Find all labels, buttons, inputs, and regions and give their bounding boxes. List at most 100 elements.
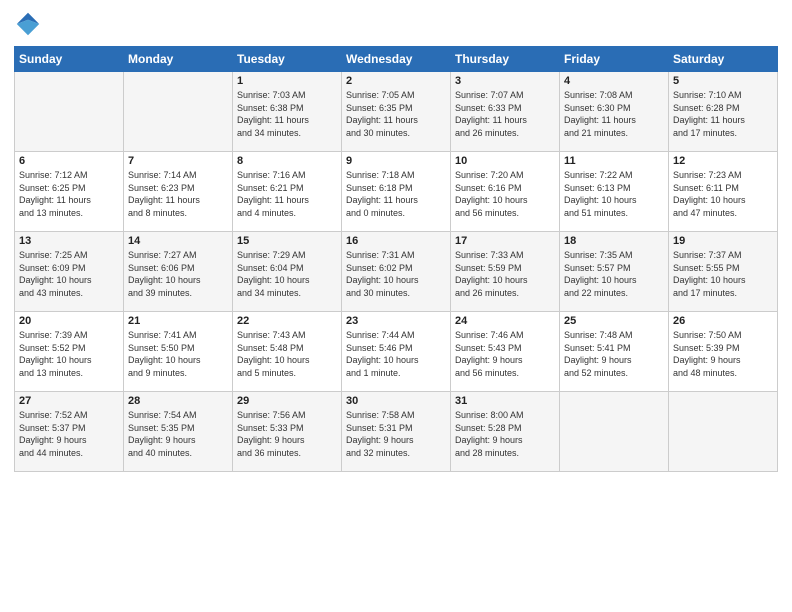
calendar-cell — [15, 72, 124, 152]
calendar-cell: 1 Sunrise: 7:03 AM Sunset: 6:38 PM Daylig… — [233, 72, 342, 152]
day-info: Sunrise: 7:35 AM Sunset: 5:57 PM Dayligh… — [564, 249, 664, 299]
day-info: Sunrise: 7:12 AM Sunset: 6:25 PM Dayligh… — [19, 169, 119, 219]
day-number: 27 — [19, 395, 119, 407]
calendar-cell: 4 Sunrise: 7:08 AM Sunset: 6:30 PM Daylig… — [560, 72, 669, 152]
day-info: Sunrise: 7:25 AM Sunset: 6:09 PM Dayligh… — [19, 249, 119, 299]
day-number: 20 — [19, 315, 119, 327]
day-info: Sunrise: 7:07 AM Sunset: 6:33 PM Dayligh… — [455, 89, 555, 139]
calendar-cell: 10Sunrise: 7:20 AM Sunset: 6:16 PM Dayli… — [451, 152, 560, 232]
day-number: 29 — [237, 395, 337, 407]
weekday-header: Saturday — [669, 47, 778, 72]
day-number: 23 — [346, 315, 446, 327]
day-info: Sunrise: 7:39 AM Sunset: 5:52 PM Dayligh… — [19, 329, 119, 379]
day-info: Sunrise: 7:03 AM Sunset: 6:38 PM Dayligh… — [237, 89, 337, 139]
day-number: 11 — [564, 155, 664, 167]
calendar-cell: 30 Sunrise: 7:58 AM Sunset: 5:31 PM Dayli… — [342, 392, 451, 472]
day-number: 8 — [237, 155, 337, 167]
calendar-cell: 21Sunrise: 7:41 AM Sunset: 5:50 PM Dayli… — [124, 312, 233, 392]
day-number: 3 — [455, 75, 555, 87]
day-info: Sunrise: 7:10 AM Sunset: 6:28 PM Dayligh… — [673, 89, 773, 139]
day-number: 7 — [128, 155, 228, 167]
day-info: Sunrise: 7:33 AM Sunset: 5:59 PM Dayligh… — [455, 249, 555, 299]
calendar-cell: 13Sunrise: 7:25 AM Sunset: 6:09 PM Dayli… — [15, 232, 124, 312]
day-number: 28 — [128, 395, 228, 407]
calendar-cell: 7 Sunrise: 7:14 AM Sunset: 6:23 PM Daylig… — [124, 152, 233, 232]
calendar-cell: 20 Sunrise: 7:39 AM Sunset: 5:52 PM Dayli… — [15, 312, 124, 392]
weekday-header: Tuesday — [233, 47, 342, 72]
day-info: Sunrise: 7:54 AM Sunset: 5:35 PM Dayligh… — [128, 409, 228, 459]
day-number: 14 — [128, 235, 228, 247]
logo-icon — [14, 10, 42, 38]
calendar-cell — [560, 392, 669, 472]
calendar-cell: 22Sunrise: 7:43 AM Sunset: 5:48 PM Dayli… — [233, 312, 342, 392]
day-number: 15 — [237, 235, 337, 247]
calendar-week-row: 20 Sunrise: 7:39 AM Sunset: 5:52 PM Dayli… — [15, 312, 778, 392]
day-info: Sunrise: 7:16 AM Sunset: 6:21 PM Dayligh… — [237, 169, 337, 219]
calendar-week-row: 13Sunrise: 7:25 AM Sunset: 6:09 PM Dayli… — [15, 232, 778, 312]
weekday-header: Monday — [124, 47, 233, 72]
day-info: Sunrise: 7:58 AM Sunset: 5:31 PM Dayligh… — [346, 409, 446, 459]
day-info: Sunrise: 7:37 AM Sunset: 5:55 PM Dayligh… — [673, 249, 773, 299]
day-number: 10 — [455, 155, 555, 167]
day-number: 4 — [564, 75, 664, 87]
day-info: Sunrise: 7:41 AM Sunset: 5:50 PM Dayligh… — [128, 329, 228, 379]
weekday-header: Friday — [560, 47, 669, 72]
calendar-cell: 31Sunrise: 8:00 AM Sunset: 5:28 PM Dayli… — [451, 392, 560, 472]
calendar-cell: 24 Sunrise: 7:46 AM Sunset: 5:43 PM Dayli… — [451, 312, 560, 392]
day-number: 31 — [455, 395, 555, 407]
calendar-cell: 23 Sunrise: 7:44 AM Sunset: 5:46 PM Dayli… — [342, 312, 451, 392]
day-info: Sunrise: 7:52 AM Sunset: 5:37 PM Dayligh… — [19, 409, 119, 459]
logo — [14, 10, 46, 38]
calendar-cell: 29 Sunrise: 7:56 AM Sunset: 5:33 PM Dayli… — [233, 392, 342, 472]
day-number: 19 — [673, 235, 773, 247]
day-info: Sunrise: 7:56 AM Sunset: 5:33 PM Dayligh… — [237, 409, 337, 459]
day-info: Sunrise: 7:18 AM Sunset: 6:18 PM Dayligh… — [346, 169, 446, 219]
day-number: 26 — [673, 315, 773, 327]
day-number: 9 — [346, 155, 446, 167]
calendar-cell: 15 Sunrise: 7:29 AM Sunset: 6:04 PM Dayli… — [233, 232, 342, 312]
calendar-cell: 14Sunrise: 7:27 AM Sunset: 6:06 PM Dayli… — [124, 232, 233, 312]
calendar-cell: 12 Sunrise: 7:23 AM Sunset: 6:11 PM Dayli… — [669, 152, 778, 232]
calendar-table: SundayMondayTuesdayWednesdayThursdayFrid… — [14, 46, 778, 472]
day-info: Sunrise: 7:44 AM Sunset: 5:46 PM Dayligh… — [346, 329, 446, 379]
weekday-header: Wednesday — [342, 47, 451, 72]
header-row: SundayMondayTuesdayWednesdayThursdayFrid… — [15, 47, 778, 72]
day-number: 16 — [346, 235, 446, 247]
day-number: 1 — [237, 75, 337, 87]
weekday-header: Sunday — [15, 47, 124, 72]
day-info: Sunrise: 7:14 AM Sunset: 6:23 PM Dayligh… — [128, 169, 228, 219]
calendar-cell: 8 Sunrise: 7:16 AM Sunset: 6:21 PM Daylig… — [233, 152, 342, 232]
calendar-week-row: 27 Sunrise: 7:52 AM Sunset: 5:37 PM Dayli… — [15, 392, 778, 472]
day-number: 25 — [564, 315, 664, 327]
day-number: 30 — [346, 395, 446, 407]
day-number: 17 — [455, 235, 555, 247]
calendar-week-row: 1 Sunrise: 7:03 AM Sunset: 6:38 PM Daylig… — [15, 72, 778, 152]
day-info: Sunrise: 7:08 AM Sunset: 6:30 PM Dayligh… — [564, 89, 664, 139]
calendar-cell: 17 Sunrise: 7:33 AM Sunset: 5:59 PM Dayli… — [451, 232, 560, 312]
day-info: Sunrise: 7:31 AM Sunset: 6:02 PM Dayligh… — [346, 249, 446, 299]
calendar-cell: 18 Sunrise: 7:35 AM Sunset: 5:57 PM Dayli… — [560, 232, 669, 312]
calendar-cell: 11 Sunrise: 7:22 AM Sunset: 6:13 PM Dayli… — [560, 152, 669, 232]
calendar-cell: 28 Sunrise: 7:54 AM Sunset: 5:35 PM Dayli… — [124, 392, 233, 472]
day-number: 18 — [564, 235, 664, 247]
calendar-cell: 5 Sunrise: 7:10 AM Sunset: 6:28 PM Daylig… — [669, 72, 778, 152]
day-number: 12 — [673, 155, 773, 167]
day-number: 24 — [455, 315, 555, 327]
page-container: SundayMondayTuesdayWednesdayThursdayFrid… — [0, 0, 792, 478]
calendar-cell: 9 Sunrise: 7:18 AM Sunset: 6:18 PM Daylig… — [342, 152, 451, 232]
day-info: Sunrise: 7:46 AM Sunset: 5:43 PM Dayligh… — [455, 329, 555, 379]
calendar-cell: 27 Sunrise: 7:52 AM Sunset: 5:37 PM Dayli… — [15, 392, 124, 472]
day-info: Sunrise: 7:23 AM Sunset: 6:11 PM Dayligh… — [673, 169, 773, 219]
day-info: Sunrise: 7:29 AM Sunset: 6:04 PM Dayligh… — [237, 249, 337, 299]
calendar-cell: 16 Sunrise: 7:31 AM Sunset: 6:02 PM Dayli… — [342, 232, 451, 312]
day-number: 22 — [237, 315, 337, 327]
calendar-cell: 19 Sunrise: 7:37 AM Sunset: 5:55 PM Dayli… — [669, 232, 778, 312]
calendar-cell — [669, 392, 778, 472]
day-number: 6 — [19, 155, 119, 167]
day-info: Sunrise: 7:50 AM Sunset: 5:39 PM Dayligh… — [673, 329, 773, 379]
day-number: 5 — [673, 75, 773, 87]
calendar-cell: 2Sunrise: 7:05 AM Sunset: 6:35 PM Daylig… — [342, 72, 451, 152]
calendar-cell — [124, 72, 233, 152]
calendar-cell: 25Sunrise: 7:48 AM Sunset: 5:41 PM Dayli… — [560, 312, 669, 392]
day-info: Sunrise: 7:22 AM Sunset: 6:13 PM Dayligh… — [564, 169, 664, 219]
